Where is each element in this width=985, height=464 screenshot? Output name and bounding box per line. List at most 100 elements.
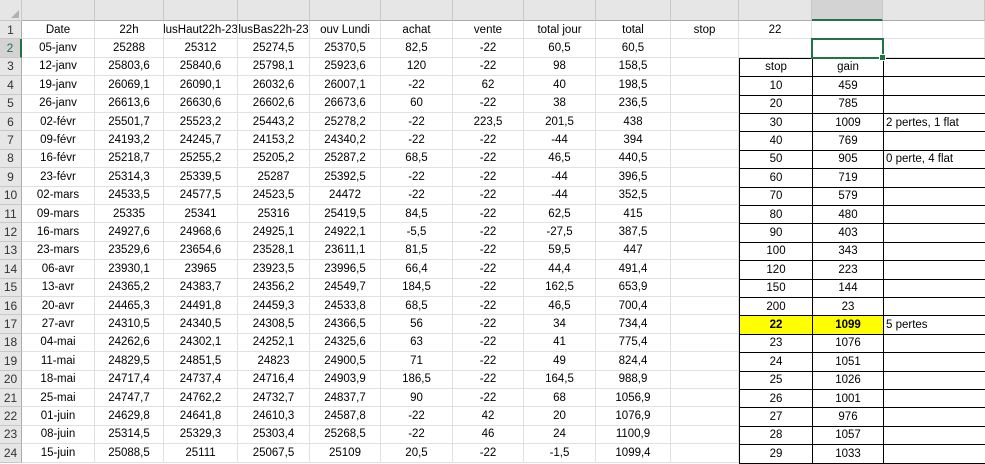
cell-e21[interactable]: 24837,7 (310, 389, 381, 408)
cell-a16[interactable]: 20-avr (22, 297, 95, 316)
cell-e1[interactable]: ouv Lundi (310, 21, 381, 40)
cell-i15[interactable]: 653,9 (596, 278, 671, 297)
cell-c17[interactable]: 24340,5 (164, 315, 238, 334)
cell-i17[interactable]: 734,4 (596, 315, 671, 334)
cell-l7[interactable]: 769 (812, 131, 884, 151)
cell-m11[interactable] (883, 205, 985, 225)
cell-l20[interactable]: 1026 (812, 370, 884, 390)
cell-j5[interactable] (671, 94, 739, 113)
cell-a24[interactable]: 15-juin (22, 444, 95, 463)
cell-a15[interactable]: 13-avr (22, 278, 95, 297)
cell-d6[interactable]: 25443,2 (238, 113, 310, 132)
cell-g17[interactable]: -22 (453, 315, 524, 334)
cell-f9[interactable]: -22 (381, 168, 453, 187)
cell-a7[interactable]: 09-févr (22, 131, 95, 150)
cell-e19[interactable]: 24900,5 (310, 352, 381, 371)
cell-b7[interactable]: 24193,2 (95, 131, 164, 150)
cell-i19[interactable]: 824,4 (596, 352, 671, 371)
cell-b11[interactable]: 25335 (95, 205, 164, 224)
cell-j20[interactable] (671, 370, 739, 389)
cell-d14[interactable]: 23923,5 (238, 260, 310, 279)
cell-f4[interactable]: -22 (381, 76, 453, 95)
cell-f20[interactable]: 186,5 (381, 370, 453, 389)
cell-d18[interactable]: 24252,1 (238, 333, 310, 353)
cell-l11[interactable]: 480 (812, 205, 884, 225)
cell-a3[interactable]: 12-janv (22, 57, 95, 77)
cell-i20[interactable]: 988,9 (596, 370, 671, 389)
cell-i13[interactable]: 447 (596, 241, 671, 261)
cell-l3[interactable]: gain (812, 57, 884, 78)
cell-h14[interactable]: 44,4 (524, 260, 596, 279)
row-header-14[interactable]: 14 (0, 260, 22, 279)
cell-i22[interactable]: 1076,9 (596, 407, 671, 426)
cell-b2[interactable]: 25288 (95, 39, 164, 58)
cell-g2[interactable]: -22 (453, 39, 524, 58)
cell-f21[interactable]: 90 (381, 389, 453, 408)
cell-l5[interactable]: 785 (812, 94, 884, 114)
cell-b18[interactable]: 24262,6 (95, 333, 164, 353)
cell-c20[interactable]: 24737,4 (164, 370, 238, 389)
cell-h4[interactable]: 40 (524, 76, 596, 95)
cell-a17[interactable]: 27-avr (22, 315, 95, 334)
cell-a14[interactable]: 06-avr (22, 260, 95, 279)
cell-k16[interactable]: 200 (739, 297, 813, 317)
cell-m13[interactable] (883, 241, 985, 262)
cell-j8[interactable] (671, 149, 739, 169)
cell-f6[interactable]: -22 (381, 113, 453, 132)
cell-i14[interactable]: 491,4 (596, 260, 671, 279)
row-header-21[interactable]: 21 (0, 389, 22, 408)
cell-j2[interactable] (671, 39, 739, 58)
cell-d1[interactable]: plusBas22h-23h (238, 21, 310, 40)
column-header-b[interactable] (95, 0, 164, 21)
cell-m19[interactable] (883, 352, 985, 372)
cell-k23[interactable]: 28 (739, 425, 813, 446)
column-header-a[interactable] (22, 0, 95, 21)
cell-b24[interactable]: 25088,5 (95, 444, 164, 463)
cell-d5[interactable]: 26602,6 (238, 94, 310, 113)
cell-l4[interactable]: 459 (812, 76, 884, 96)
cell-b19[interactable]: 24829,5 (95, 352, 164, 371)
cell-m22[interactable] (883, 407, 985, 427)
column-header-g[interactable] (453, 0, 524, 21)
cell-k13[interactable]: 100 (739, 241, 813, 262)
cell-i5[interactable]: 236,5 (596, 94, 671, 113)
cell-b17[interactable]: 24310,5 (95, 315, 164, 334)
row-header-8[interactable]: 8 (0, 149, 22, 169)
cell-c12[interactable]: 24968,6 (164, 223, 238, 242)
cell-l2[interactable] (812, 39, 883, 58)
cell-f17[interactable]: 56 (381, 315, 453, 334)
row-header-10[interactable]: 10 (0, 186, 22, 205)
cell-f22[interactable]: -22 (381, 407, 453, 426)
cell-j23[interactable] (671, 425, 739, 445)
column-header-i[interactable] (596, 0, 671, 21)
cell-i12[interactable]: 387,5 (596, 223, 671, 242)
cell-j9[interactable] (671, 168, 739, 187)
cell-j22[interactable] (671, 407, 739, 426)
cell-b12[interactable]: 24927,6 (95, 223, 164, 242)
cell-j10[interactable] (671, 186, 739, 205)
row-header-13[interactable]: 13 (0, 241, 22, 261)
cell-j19[interactable] (671, 352, 739, 371)
cell-k21[interactable]: 26 (739, 389, 813, 409)
cell-m15[interactable] (883, 278, 985, 298)
cell-l12[interactable]: 403 (812, 223, 884, 243)
cell-b8[interactable]: 25218,7 (95, 149, 164, 169)
cell-d21[interactable]: 24732,7 (238, 389, 310, 408)
cell-h1[interactable]: total jour (524, 21, 596, 40)
cell-j18[interactable] (671, 333, 739, 353)
cell-i4[interactable]: 198,5 (596, 76, 671, 95)
cell-m6[interactable]: 2 pertes, 1 flat (883, 113, 985, 133)
cell-f1[interactable]: achat (381, 21, 453, 40)
cell-d19[interactable]: 24823 (238, 352, 310, 371)
cell-h6[interactable]: 201,5 (524, 113, 596, 132)
cell-d11[interactable]: 25316 (238, 205, 310, 224)
cell-h13[interactable]: 59,5 (524, 241, 596, 261)
cell-d13[interactable]: 23528,1 (238, 241, 310, 261)
cell-k1[interactable]: 22 (739, 21, 812, 40)
cell-a10[interactable]: 02-mars (22, 186, 95, 205)
cell-i11[interactable]: 415 (596, 205, 671, 224)
cell-k3[interactable]: stop (739, 57, 813, 78)
cell-a5[interactable]: 26-janv (22, 94, 95, 113)
row-header-24[interactable]: 24 (0, 444, 22, 463)
cell-c14[interactable]: 23965 (164, 260, 238, 279)
